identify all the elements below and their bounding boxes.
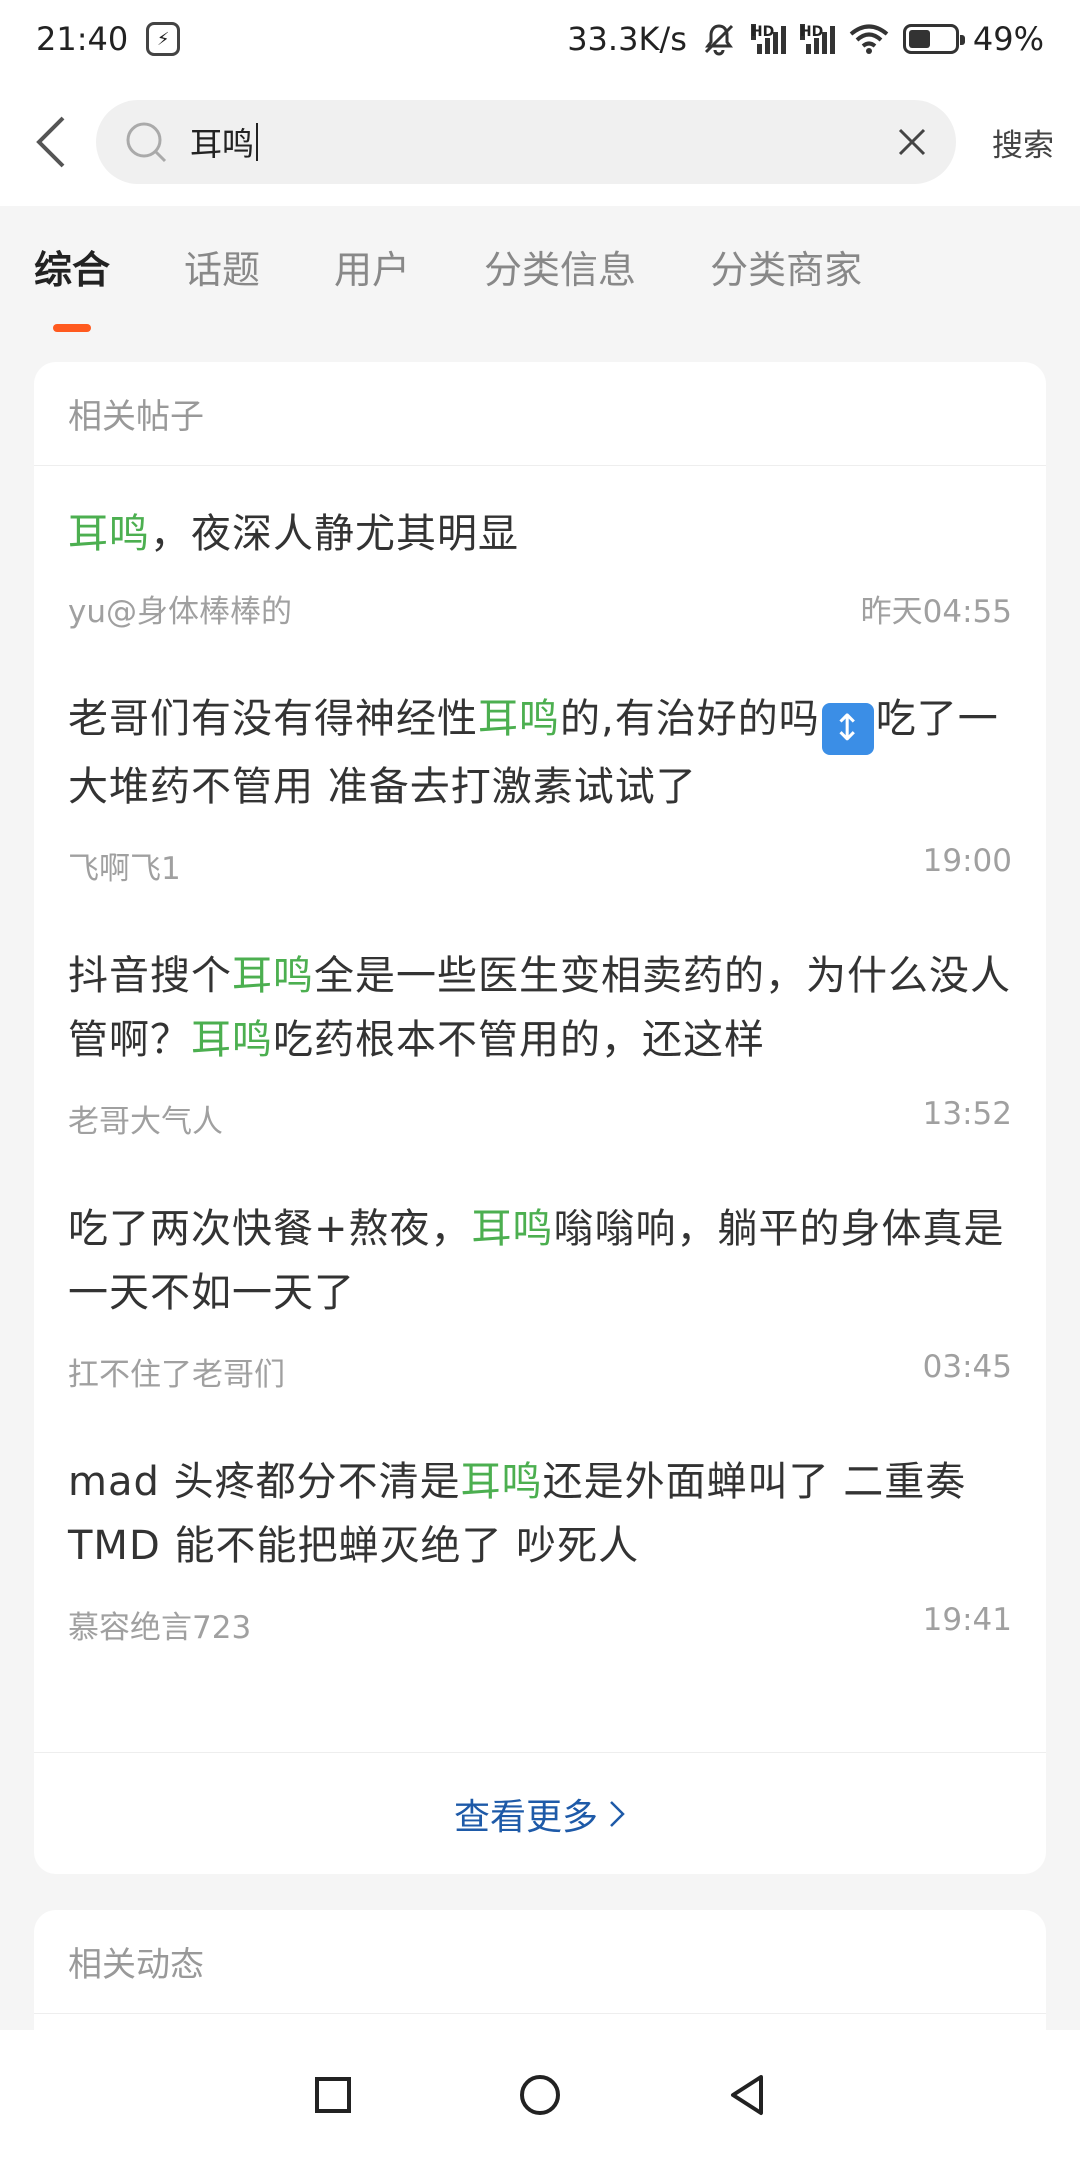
post-author: yu@身体棒棒的: [68, 594, 292, 630]
hd-signal-icon: HD: [799, 24, 835, 54]
post-title-text: 吃药根本不管用的，还这样: [273, 1017, 765, 1063]
recent-apps-icon[interactable]: [313, 2075, 353, 2115]
keyword-highlight: 耳鸣: [471, 1206, 554, 1252]
post-title-text: 抖音搜个: [68, 953, 232, 999]
tab-classified-merchants[interactable]: 分类商家: [710, 239, 862, 294]
chevron-right-icon: [610, 1800, 625, 1827]
search-icon: [126, 122, 167, 163]
system-nav-bar: [0, 2030, 1080, 2160]
post-author: 老哥大气人: [68, 1104, 223, 1140]
post-meta: 老哥大气人 13:52: [68, 1096, 1012, 1141]
mute-icon: [704, 24, 733, 56]
post-meta: 慕容绝言723 19:41: [68, 1602, 1012, 1647]
post-item[interactable]: 老哥们有没有得神经性耳鸣的,有治好的吗 ↕ 吃了一大堆药不管用 准备去打激素试试了 …: [34, 631, 1046, 888]
view-more-button[interactable]: 查看更多: [34, 1752, 1046, 1874]
battery-percent: 49%: [972, 20, 1044, 58]
post-item[interactable]: 抖音搜个耳鸣全是一些医生变相卖药的，为什么没人管啊？耳鸣吃药根本不管用的，还这样…: [34, 888, 1046, 1141]
up-down-arrow-icon: ↕: [821, 703, 874, 755]
post-title: mad 头疼都分不清是耳鸣还是外面蝉叫了 二重奏 TMD 能不能把蝉灭绝了 吵死…: [68, 1450, 1012, 1578]
post-time: 03:45: [922, 1349, 1012, 1385]
back-icon[interactable]: [727, 2073, 767, 2117]
post-meta: yu@身体棒棒的 昨天04:55: [68, 586, 1012, 631]
post-meta: 扛不住了老哥们 03:45: [68, 1349, 1012, 1394]
post-title-text: ，夜深人静尤其明显: [150, 511, 519, 557]
search-query: 耳鸣: [190, 119, 896, 165]
shield-icon: ⚡: [146, 22, 181, 56]
related-dynamics-title: 相关动态: [34, 1910, 1046, 2014]
post-title: 耳鸣，夜深人静尤其明显: [68, 502, 1012, 566]
post-title-text: 老哥们有没有得神经性: [68, 696, 478, 742]
search-button[interactable]: 搜索: [992, 120, 1054, 165]
tab-topics[interactable]: 话题: [184, 239, 260, 294]
back-button[interactable]: [18, 102, 82, 182]
post-meta: 飞啊飞1 19:00: [68, 843, 1012, 888]
home-icon[interactable]: [518, 2073, 562, 2117]
post-title: 老哥们有没有得神经性耳鸣的,有治好的吗 ↕ 吃了一大堆药不管用 准备去打激素试试了: [68, 687, 1012, 819]
keyword-highlight: 耳鸣: [478, 696, 560, 742]
post-time: 13:52: [922, 1096, 1012, 1132]
post-item[interactable]: 耳鸣，夜深人静尤其明显 yu@身体棒棒的 昨天04:55: [34, 466, 1046, 631]
search-header: 耳鸣 搜索: [0, 78, 1080, 206]
keyword-highlight: 耳鸣: [191, 1017, 273, 1063]
post-author: 慕容绝言723: [68, 1610, 252, 1646]
tab-comprehensive[interactable]: 综合: [34, 239, 110, 294]
status-left: 21:40 ⚡: [36, 20, 181, 58]
keyword-highlight: 耳鸣: [460, 1459, 543, 1505]
status-time: 21:40: [36, 20, 129, 58]
post-title-text: mad 头疼都分不清是: [68, 1459, 461, 1505]
post-author: 扛不住了老哥们: [68, 1357, 285, 1393]
status-right: 33.3K/s HD HD 49%: [567, 20, 1044, 58]
search-input[interactable]: 耳鸣: [96, 100, 956, 184]
keyword-highlight: 耳鸣: [68, 511, 150, 557]
post-title-text: 吃了两次快餐+熬夜，: [68, 1206, 472, 1252]
view-more-label: 查看更多: [453, 1796, 598, 1838]
search-query-text: 耳鸣: [190, 125, 255, 163]
back-arrow-icon: [36, 116, 65, 168]
post-title-text: 的,有治好的吗: [560, 696, 820, 742]
wifi-icon: [849, 24, 889, 54]
tab-users[interactable]: 用户: [334, 239, 410, 294]
network-speed: 33.3K/s: [567, 20, 687, 58]
related-posts-card: 相关帖子 耳鸣，夜深人静尤其明显 yu@身体棒棒的 昨天04:55 老哥们有没有…: [34, 362, 1046, 1874]
clear-icon[interactable]: [896, 126, 928, 158]
post-time: 19:00: [922, 843, 1012, 879]
post-item[interactable]: 吃了两次快餐+熬夜，耳鸣嗡嗡响，躺平的身体真是一天不如一天了 扛不住了老哥们 0…: [34, 1141, 1046, 1394]
related-posts-title: 相关帖子: [34, 362, 1046, 466]
post-time: 19:41: [922, 1602, 1012, 1638]
post-title: 吃了两次快餐+熬夜，耳鸣嗡嗡响，躺平的身体真是一天不如一天了: [68, 1197, 1012, 1325]
status-bar: 21:40 ⚡ 33.3K/s HD HD 49%: [0, 0, 1080, 78]
post-author: 飞啊飞1: [68, 851, 181, 887]
keyword-highlight: 耳鸣: [232, 953, 314, 999]
post-title: 抖音搜个耳鸣全是一些医生变相卖药的，为什么没人管啊？耳鸣吃药根本不管用的，还这样: [68, 944, 1012, 1072]
post-item[interactable]: mad 头疼都分不清是耳鸣还是外面蝉叫了 二重奏 TMD 能不能把蝉灭绝了 吵死…: [34, 1394, 1046, 1647]
battery-icon: [902, 24, 965, 54]
hd-signal-icon: HD: [750, 24, 786, 54]
text-caret: [256, 123, 259, 161]
tab-bar: 综合 话题 用户 分类信息 分类商家: [0, 206, 1080, 326]
post-time: 昨天04:55: [860, 594, 1012, 630]
screen: 21:40 ⚡ 33.3K/s HD HD 49% 耳鸣 搜索 综合 话题 用户…: [0, 0, 1080, 2160]
tab-classified-info[interactable]: 分类信息: [484, 239, 636, 294]
